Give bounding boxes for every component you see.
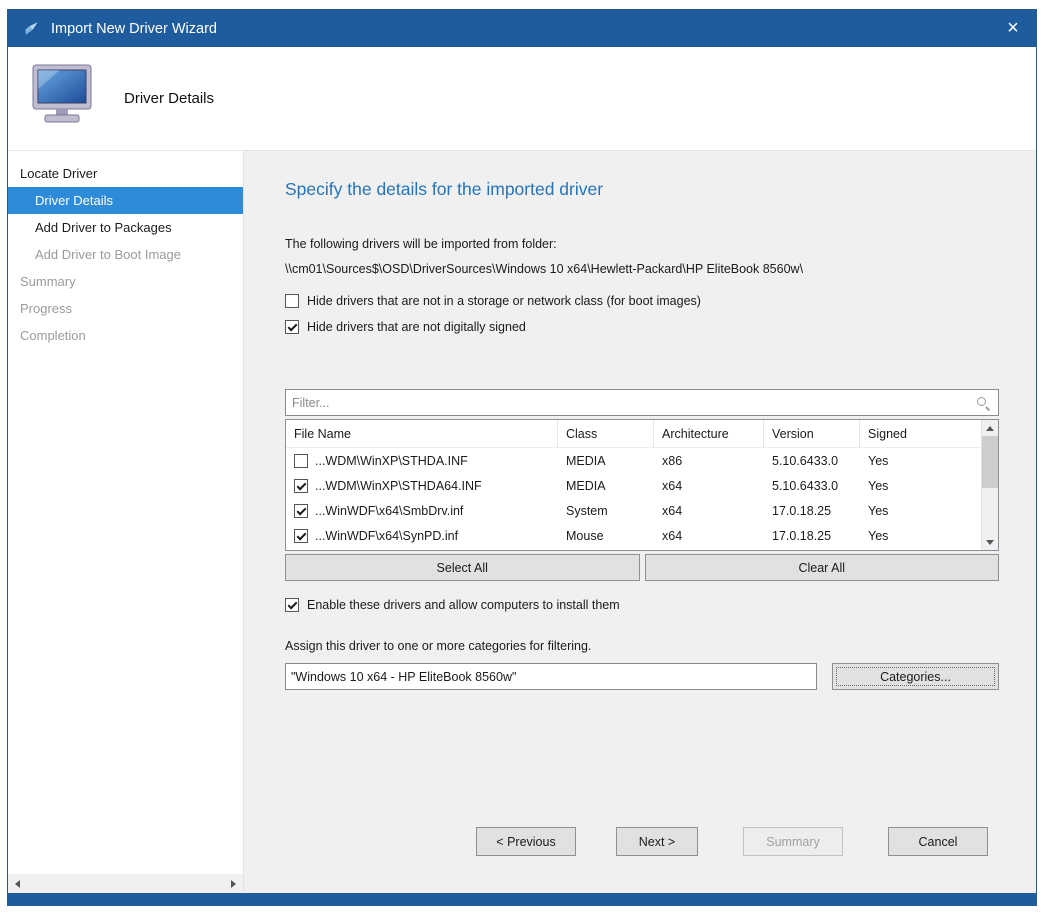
import-driver-app-icon xyxy=(22,20,40,38)
scroll-left-icon[interactable] xyxy=(15,880,20,888)
table-row[interactable]: ...WDM\WinXP\STHDA64.INF MEDIA x64 5.10.… xyxy=(286,473,981,498)
scroll-right-icon[interactable] xyxy=(231,880,236,888)
cell-file-name: ...WDM\WinXP\STHDA64.INF xyxy=(315,479,482,493)
summary-button: Summary xyxy=(743,827,843,856)
previous-button[interactable]: < Previous xyxy=(476,827,576,856)
hide-storage-row: Hide drivers that are not in a storage o… xyxy=(285,294,999,308)
filter-box xyxy=(285,389,999,416)
nav-item-summary: Summary xyxy=(8,268,243,295)
table-row[interactable]: ...WDM\WinXP\STHDA.INF MEDIA x86 5.10.64… xyxy=(286,448,981,473)
wizard-body: Locate Driver Driver Details Add Driver … xyxy=(8,151,1036,893)
table-row[interactable]: ...WinWDF\x64\SmbDrv.inf System x64 17.0… xyxy=(286,498,981,523)
cell-class: MEDIA xyxy=(558,479,654,493)
search-icon xyxy=(976,396,990,410)
wizard-nav-sidebar: Locate Driver Driver Details Add Driver … xyxy=(8,151,244,893)
titlebar: Import New Driver Wizard × xyxy=(8,10,1036,47)
import-driver-wizard-dialog: Import New Driver Wizard × Driver D xyxy=(7,9,1037,906)
nav-item-completion: Completion xyxy=(8,322,243,349)
window-title: Import New Driver Wizard xyxy=(51,21,990,37)
wizard-footer-buttons: < Previous Next > Summary Cancel xyxy=(476,827,988,856)
cell-architecture: x64 xyxy=(654,504,764,518)
cell-class: Mouse xyxy=(558,529,654,543)
clear-all-button[interactable]: Clear All xyxy=(645,554,1000,581)
cell-architecture: x86 xyxy=(654,454,764,468)
cell-architecture: x64 xyxy=(654,529,764,543)
nav-item-locate-driver[interactable]: Locate Driver xyxy=(8,160,243,187)
folder-path-text: \\cm01\Sources$\OSD\DriverSources\Window… xyxy=(285,262,999,276)
select-all-button[interactable]: Select All xyxy=(285,554,640,581)
assign-categories-text: Assign this driver to one or more catego… xyxy=(285,639,999,653)
cell-file-name: ...WinWDF\x64\SmbDrv.inf xyxy=(315,504,463,518)
bottom-accent-strip xyxy=(8,893,1036,905)
column-header-file-name[interactable]: File Name xyxy=(286,420,558,447)
cell-class: System xyxy=(558,504,654,518)
hide-unsigned-checkbox[interactable] xyxy=(285,320,299,334)
content-heading: Specify the details for the imported dri… xyxy=(285,179,999,200)
wizard-header: Driver Details xyxy=(8,47,1036,151)
hide-storage-label: Hide drivers that are not in a storage o… xyxy=(307,294,701,308)
row-checkbox[interactable] xyxy=(294,479,308,493)
cell-version: 17.0.18.25 xyxy=(764,529,860,543)
close-icon: × xyxy=(1007,17,1019,40)
filter-input[interactable] xyxy=(292,396,976,410)
nav-item-driver-details[interactable]: Driver Details xyxy=(8,187,243,214)
next-button[interactable]: Next > xyxy=(616,827,698,856)
cell-signed: Yes xyxy=(860,454,981,468)
column-header-signed[interactable]: Signed xyxy=(860,420,981,447)
scrollbar-thumb[interactable] xyxy=(982,436,998,488)
cell-signed: Yes xyxy=(860,479,981,493)
cell-version: 5.10.6433.0 xyxy=(764,479,860,493)
row-checkbox[interactable] xyxy=(294,454,308,468)
nav-item-add-driver-boot-image: Add Driver to Boot Image xyxy=(8,241,243,268)
column-header-architecture[interactable]: Architecture xyxy=(654,420,764,447)
categories-button[interactable]: Categories... xyxy=(832,663,999,690)
cell-file-name: ...WinWDF\x64\SynPD.inf xyxy=(315,529,458,543)
driver-table-grid: File Name Class Architecture Version Sig… xyxy=(286,420,981,550)
folder-intro-text: The following drivers will be imported f… xyxy=(285,237,999,251)
hide-storage-checkbox[interactable] xyxy=(285,294,299,308)
category-row: Categories... xyxy=(285,663,999,690)
cell-architecture: x64 xyxy=(654,479,764,493)
enable-drivers-row: Enable these drivers and allow computers… xyxy=(285,598,999,612)
row-checkbox[interactable] xyxy=(294,529,308,543)
cancel-button[interactable]: Cancel xyxy=(888,827,988,856)
enable-drivers-checkbox[interactable] xyxy=(285,598,299,612)
table-row[interactable]: ...WinWDF\x64\SynPD.inf Mouse x64 17.0.1… xyxy=(286,523,981,548)
enable-drivers-label: Enable these drivers and allow computers… xyxy=(307,598,620,612)
cell-class: MEDIA xyxy=(558,454,654,468)
sidebar-horizontal-scrollbar[interactable] xyxy=(8,874,243,893)
page-title: Driver Details xyxy=(124,90,214,107)
cell-file-name: ...WDM\WinXP\STHDA.INF xyxy=(315,454,468,468)
column-header-class[interactable]: Class xyxy=(558,420,654,447)
hide-unsigned-row: Hide drivers that are not digitally sign… xyxy=(285,320,999,334)
column-header-version[interactable]: Version xyxy=(764,420,860,447)
close-button[interactable]: × xyxy=(990,10,1036,47)
nav-item-progress: Progress xyxy=(8,295,243,322)
cell-version: 17.0.18.25 xyxy=(764,504,860,518)
table-header-row: File Name Class Architecture Version Sig… xyxy=(286,420,981,448)
row-checkbox[interactable] xyxy=(294,504,308,518)
hide-unsigned-label: Hide drivers that are not digitally sign… xyxy=(307,320,526,334)
cell-version: 5.10.6433.0 xyxy=(764,454,860,468)
main-content: Specify the details for the imported dri… xyxy=(244,151,1036,893)
select-clear-row: Select All Clear All xyxy=(285,554,999,581)
driver-table: File Name Class Architecture Version Sig… xyxy=(285,419,999,551)
table-vertical-scrollbar[interactable] xyxy=(981,420,998,550)
scroll-down-icon[interactable] xyxy=(982,534,998,550)
nav-item-add-driver-packages[interactable]: Add Driver to Packages xyxy=(8,214,243,241)
cell-signed: Yes xyxy=(860,529,981,543)
cell-signed: Yes xyxy=(860,504,981,518)
computer-monitor-icon xyxy=(26,63,102,134)
scroll-up-icon[interactable] xyxy=(982,420,998,436)
category-input[interactable] xyxy=(285,663,817,690)
